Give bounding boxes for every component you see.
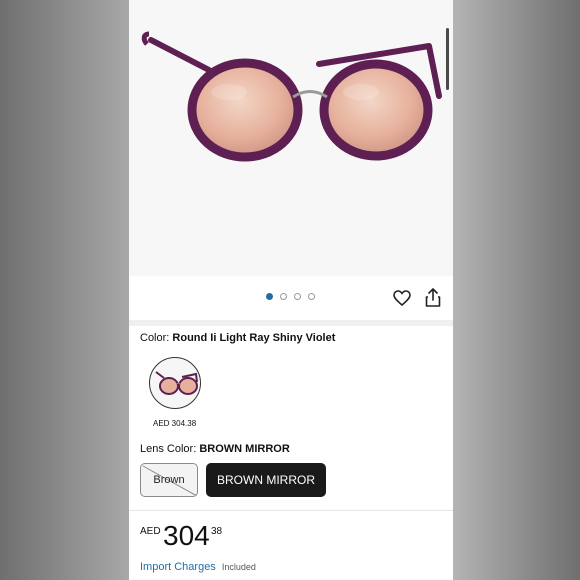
lens-option-brown[interactable]: Brown	[140, 463, 198, 497]
blurred-background-right	[453, 0, 580, 580]
carousel-dot-2[interactable]	[280, 293, 287, 300]
gallery-controls	[129, 276, 453, 321]
lens-color-label: Lens Color: BROWN MIRROR	[140, 443, 290, 455]
lens-option-brown-mirror-label: BROWN MIRROR	[217, 473, 315, 487]
import-charges-link[interactable]: Import Charges	[140, 561, 216, 573]
price-divider	[129, 510, 453, 511]
import-charges-note: Included	[221, 562, 256, 572]
price-currency: AED	[140, 526, 161, 537]
import-charges: Import Charges Included	[140, 561, 256, 573]
sunglasses-thumbnail	[155, 371, 198, 395]
scrollbar[interactable]	[446, 28, 449, 90]
color-label: Color:	[140, 332, 170, 344]
lens-value: BROWN MIRROR	[199, 443, 290, 455]
carousel-dot-3[interactable]	[294, 293, 301, 300]
share-icon[interactable]	[425, 288, 441, 307]
price-whole: 304	[163, 520, 210, 551]
carousel-dot-4[interactable]	[308, 293, 315, 300]
color-swatch[interactable]	[149, 357, 201, 409]
carousel-dot-1[interactable]	[266, 293, 273, 300]
lens-option-brown-mirror[interactable]: BROWN MIRROR	[206, 463, 326, 497]
price-fraction: 38	[211, 526, 223, 537]
lens-label: Lens Color:	[140, 443, 197, 455]
color-value: Round Ii Light Ray Shiny Violet	[172, 332, 336, 344]
product-page: Color: Round Ii Light Ray Shiny Violet A…	[129, 0, 453, 580]
lens-option-brown-label: Brown	[153, 474, 185, 486]
section-divider	[129, 320, 453, 326]
carousel-dots[interactable]	[266, 293, 315, 300]
color-selection-label: Color: Round Ii Light Ray Shiny Violet	[140, 332, 335, 344]
heart-icon[interactable]	[393, 290, 411, 306]
swatch-price: AED 304.38	[153, 419, 197, 428]
blurred-background-left	[0, 0, 129, 580]
sunglasses-product-image	[141, 31, 442, 162]
product-image-gallery[interactable]	[129, 0, 453, 276]
